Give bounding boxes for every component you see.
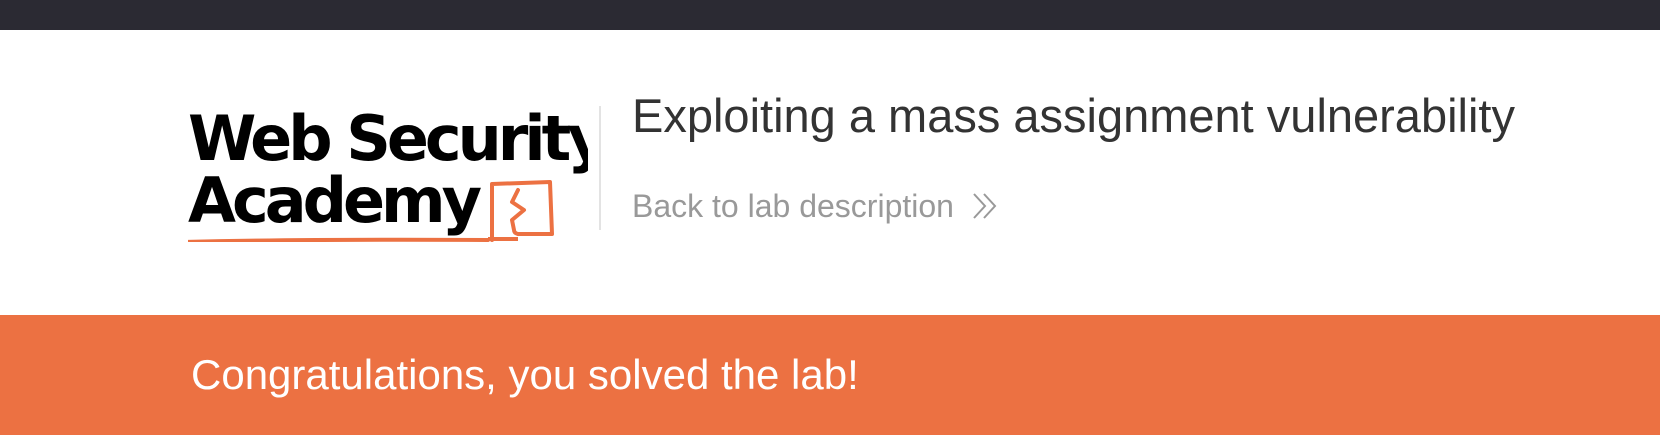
page-body [0,435,1660,448]
double-chevron-right-icon [973,193,997,219]
lab-title: Exploiting a mass assignment vulnerabili… [632,89,1515,142]
solved-banner: Congratulations, you solved the lab! [0,315,1660,435]
header-divider [599,106,601,230]
back-to-lab-description-link[interactable]: Back to lab description [632,186,1000,226]
logo-line2: Academy [188,164,482,237]
lab-header: Web Security Academy Exploiting a mass a… [0,30,1660,315]
solved-message: Congratulations, you solved the lab! [191,351,859,398]
academy-logo-icon: Web Security Academy [181,102,611,244]
web-security-academy-logo[interactable]: Web Security Academy [181,102,611,244]
back-link-label: Back to lab description [632,188,954,224]
top-bar [0,0,1660,30]
